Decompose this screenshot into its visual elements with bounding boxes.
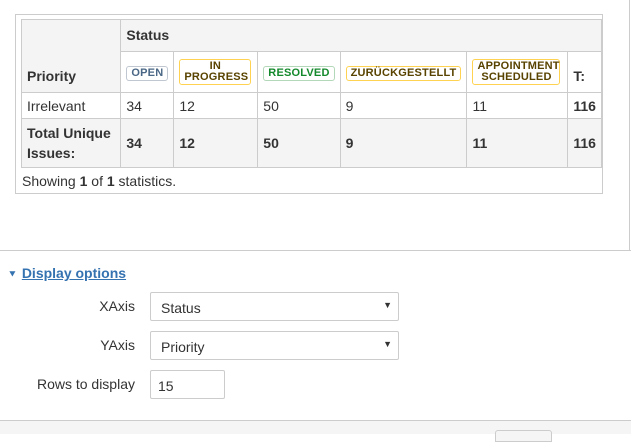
status-lozenge-open: OPEN — [126, 65, 169, 81]
yaxis-label: YAxis — [100, 337, 135, 353]
total-open: 34 — [120, 118, 175, 168]
column-header-zurueckgestellt: ZURÜCKGESTELLT — [339, 50, 468, 94]
caret-down-icon: ▼ — [383, 300, 392, 310]
totals-row: Total Unique Issues: 34 12 50 9 11 116 — [20, 118, 602, 168]
grand-total: 116 — [567, 118, 602, 168]
cell-resolved: 50 — [257, 92, 341, 119]
showing-prefix: Showing — [22, 173, 80, 189]
cell-open: 34 — [120, 92, 175, 119]
statistics-table: Priority Status OPEN IN PROGRESS RESOLVE… — [20, 19, 602, 168]
total-in-progress: 12 — [173, 118, 259, 168]
showing-total: 1 — [106, 173, 115, 189]
yaxis-select[interactable]: Priority ▼ — [150, 331, 399, 360]
xaxis-select[interactable]: Status ▼ — [150, 292, 399, 321]
priority-header: Priority — [20, 19, 122, 93]
footer-button[interactable] — [495, 430, 552, 442]
xaxis-label: XAxis — [99, 298, 135, 314]
status-lozenge-resolved: RESOLVED — [263, 65, 335, 81]
showing-summary: Showing 1 of 1 statistics. — [22, 173, 176, 189]
cell-row-total: 116 — [567, 92, 602, 119]
column-header-open: OPEN — [120, 50, 175, 94]
rows-to-display-value: 15 — [158, 378, 174, 394]
total-resolved: 50 — [257, 118, 341, 168]
status-header: Status — [120, 19, 602, 52]
section-divider — [0, 250, 631, 251]
rows-to-display-row: Rows to display 15 — [0, 370, 631, 400]
showing-suffix: statistics. — [114, 173, 177, 189]
total-column-header: T: — [567, 50, 602, 94]
status-lozenge-appointment-scheduled: APPOINTMENT SCHEDULED — [472, 58, 561, 85]
yaxis-row: YAxis Priority ▼ — [0, 331, 631, 361]
showing-of: of — [87, 173, 107, 189]
column-header-in-progress: IN PROGRESS — [173, 50, 259, 94]
row-label: Irrelevant — [20, 92, 122, 119]
table-row: Irrelevant 34 12 50 9 11 116 — [20, 92, 602, 119]
rows-to-display-input[interactable]: 15 — [150, 370, 225, 399]
column-header-resolved: RESOLVED — [257, 50, 341, 94]
yaxis-selected-value: Priority — [161, 339, 205, 355]
panel-right-border — [629, 0, 630, 251]
total-zurueckgestellt: 9 — [339, 118, 468, 168]
status-lozenge-in-progress: IN PROGRESS — [179, 58, 252, 85]
xaxis-row: XAxis Status ▼ — [0, 292, 631, 322]
status-lozenge-zurueckgestellt: ZURÜCKGESTELLT — [345, 65, 462, 81]
cell-appointment-scheduled: 11 — [466, 92, 569, 119]
caret-down-icon: ▼ — [383, 339, 392, 349]
cell-in-progress: 12 — [173, 92, 259, 119]
cell-zurueckgestellt: 9 — [339, 92, 468, 119]
column-header-appointment-scheduled: APPOINTMENT SCHEDULED — [466, 50, 569, 94]
display-options-toggle[interactable]: ⯆ Display options — [8, 265, 126, 282]
double-chevron-down-icon: ⯆ — [8, 269, 17, 281]
display-options-link[interactable]: Display options — [22, 265, 126, 281]
xaxis-selected-value: Status — [161, 300, 201, 316]
totals-label: Total Unique Issues: — [20, 118, 122, 168]
statistics-panel: Priority Status OPEN IN PROGRESS RESOLVE… — [15, 14, 603, 194]
rows-to-display-label: Rows to display — [36, 376, 135, 392]
total-appointment-scheduled: 11 — [466, 118, 569, 168]
